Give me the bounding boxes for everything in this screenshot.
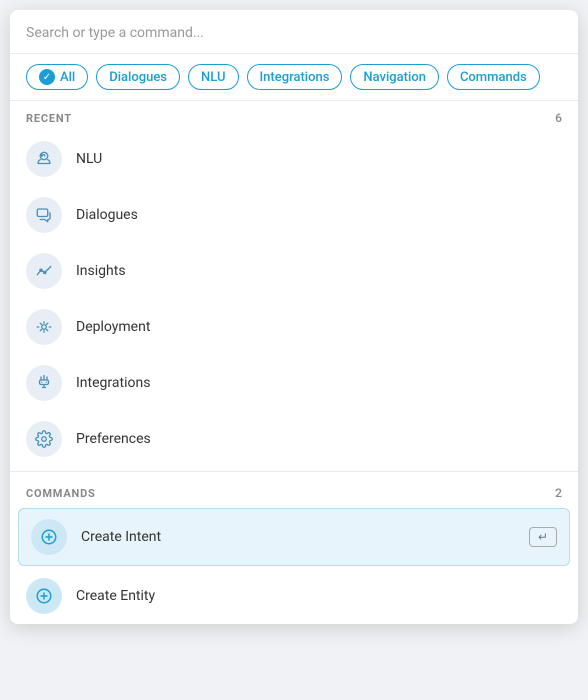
filter-dialogues[interactable]: Dialogues bbox=[96, 64, 180, 90]
filter-bar: ✓ All Dialogues NLU Integrations Navigat… bbox=[10, 54, 578, 101]
integrations-label: Integrations bbox=[76, 375, 150, 391]
preferences-label: Preferences bbox=[76, 431, 151, 447]
recent-count: 6 bbox=[555, 111, 562, 125]
nlu-label: NLU bbox=[76, 151, 102, 167]
commands-title: COMMANDS bbox=[26, 487, 96, 500]
dialogues-label: Dialogues bbox=[76, 207, 138, 223]
recent-section: RECENT 6 NLU Dialogu bbox=[10, 101, 578, 467]
chat-icon bbox=[35, 206, 53, 224]
list-item-deployment[interactable]: Deployment bbox=[10, 299, 578, 355]
filter-nlu-label: NLU bbox=[201, 70, 225, 85]
filter-nlu[interactable]: NLU bbox=[188, 64, 238, 90]
commands-count: 2 bbox=[555, 486, 562, 500]
plus-circle-icon bbox=[40, 528, 58, 546]
create-intent-label: Create Intent bbox=[81, 529, 161, 545]
plus-circle-icon-2 bbox=[35, 587, 53, 605]
enter-key-icon: ↵ bbox=[529, 527, 557, 547]
nlu-icon-container bbox=[26, 141, 62, 177]
insights-label: Insights bbox=[76, 263, 126, 279]
deploy-icon bbox=[35, 318, 53, 336]
plug-icon bbox=[35, 374, 53, 392]
list-item-insights[interactable]: Insights bbox=[10, 243, 578, 299]
create-entity-icon-container bbox=[26, 578, 62, 614]
recent-header: RECENT 6 bbox=[10, 101, 578, 131]
list-item-nlu[interactable]: NLU bbox=[10, 131, 578, 187]
filter-integrations-label: Integrations bbox=[260, 70, 330, 85]
filter-navigation[interactable]: Navigation bbox=[350, 64, 439, 90]
search-input[interactable] bbox=[26, 25, 562, 41]
preferences-icon-container bbox=[26, 421, 62, 457]
dialogues-icon-container bbox=[26, 197, 62, 233]
filter-commands[interactable]: Commands bbox=[447, 64, 540, 90]
commands-section: COMMANDS 2 Create Intent ↵ bbox=[10, 476, 578, 624]
integrations-icon-container bbox=[26, 365, 62, 401]
deployment-icon-container bbox=[26, 309, 62, 345]
section-divider bbox=[10, 471, 578, 472]
filter-commands-label: Commands bbox=[460, 70, 527, 85]
brain-icon bbox=[35, 150, 53, 168]
filter-integrations[interactable]: Integrations bbox=[247, 64, 343, 90]
create-entity-label: Create Entity bbox=[76, 588, 155, 604]
commands-header: COMMANDS 2 bbox=[10, 476, 578, 506]
insights-icon-container bbox=[26, 253, 62, 289]
list-item-dialogues[interactable]: Dialogues bbox=[10, 187, 578, 243]
list-item-create-intent[interactable]: Create Intent ↵ bbox=[18, 508, 570, 566]
search-bar bbox=[10, 10, 578, 54]
list-item-integrations[interactable]: Integrations bbox=[10, 355, 578, 411]
recent-title: RECENT bbox=[26, 112, 72, 125]
command-palette: ✓ All Dialogues NLU Integrations Navigat… bbox=[10, 10, 578, 624]
check-icon: ✓ bbox=[39, 69, 55, 85]
chart-icon bbox=[35, 262, 53, 280]
deployment-label: Deployment bbox=[76, 319, 150, 335]
filter-all-label: All bbox=[60, 70, 75, 85]
filter-dialogues-label: Dialogues bbox=[109, 70, 167, 85]
create-intent-icon-container bbox=[31, 519, 67, 555]
filter-all[interactable]: ✓ All bbox=[26, 64, 88, 90]
list-item-preferences[interactable]: Preferences bbox=[10, 411, 578, 467]
gear-icon bbox=[35, 430, 53, 448]
list-item-create-entity[interactable]: Create Entity bbox=[10, 568, 578, 624]
filter-navigation-label: Navigation bbox=[363, 70, 426, 85]
